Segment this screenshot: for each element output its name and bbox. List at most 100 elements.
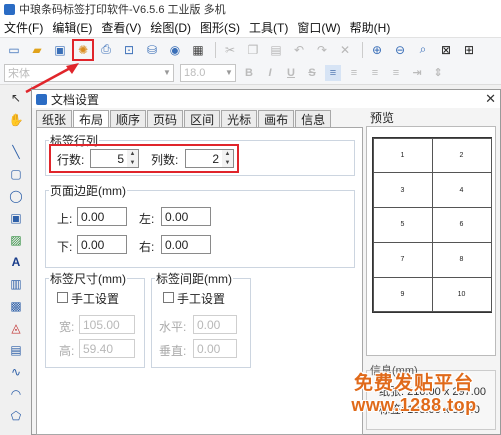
zoom-in-icon[interactable]: ⊕ [367, 40, 387, 60]
snap-icon[interactable]: ⊞ [459, 40, 479, 60]
label-size-title: 标签尺寸(mm) [49, 270, 127, 287]
new-icon[interactable]: ▭ [4, 40, 24, 60]
align-right-icon[interactable]: ≡ [367, 65, 383, 81]
label-spacing-title: 标签间距(mm) [155, 270, 233, 287]
data-source-icon[interactable]: ◉ [165, 40, 185, 60]
tab-info[interactable]: 信息 [295, 110, 332, 127]
database-icon[interactable]: ⛁ [142, 40, 162, 60]
hand-icon[interactable]: ✋ [8, 112, 24, 128]
qrcode-icon[interactable]: ▩ [8, 298, 24, 314]
italic-button[interactable]: I [262, 65, 278, 81]
cols-spinner[interactable]: ▲ ▼ [222, 149, 234, 168]
menu-draw[interactable]: 绘图(D) [150, 19, 191, 36]
tab-page-number[interactable]: 页码 [147, 110, 184, 127]
zoom-fit-icon[interactable]: ⌕ [413, 40, 433, 60]
font-size-select[interactable]: 18.0 ▼ [180, 63, 236, 82]
chevron-down-icon: ▼ [163, 68, 171, 77]
save-icon[interactable]: ▣ [50, 40, 70, 60]
tab-order[interactable]: 顺序 [110, 110, 147, 127]
preview-cell: 8 [431, 241, 492, 278]
dialog-title-bar: 文档设置 [32, 90, 500, 108]
tab-range[interactable]: 区间 [184, 110, 221, 127]
align-center-icon[interactable]: ≡ [346, 65, 362, 81]
document-settings-dialog: 文档设置 ✕ 纸张 布局 顺序 页码 区间 光标 画布 信息 标签行列 行数: … [31, 89, 501, 435]
font-family-select[interactable]: 宋体 ▼ [4, 63, 174, 82]
fit-page-icon[interactable]: ⊠ [436, 40, 456, 60]
margin-right-input[interactable]: 0.00 [161, 235, 211, 254]
dialog-tabs: 纸张 布局 顺序 页码 区间 光标 画布 信息 [36, 110, 332, 128]
tab-paper[interactable]: 纸张 [36, 110, 73, 127]
ellipse-icon[interactable]: ◯ [8, 188, 24, 204]
dialog-icon [36, 93, 47, 105]
underline-button[interactable]: U [283, 65, 299, 81]
info-title: 信息(mm) [370, 365, 418, 377]
zoom-out-icon[interactable]: ⊖ [390, 40, 410, 60]
line-spacing-icon[interactable]: ⇕ [430, 65, 446, 81]
menu-window[interactable]: 窗口(W) [297, 19, 340, 36]
text-spacing-icon[interactable]: ⇥ [409, 65, 425, 81]
margin-top-input[interactable]: 0.00 [77, 207, 127, 226]
table-icon[interactable]: ▤ [8, 342, 24, 358]
undo-icon[interactable]: ↶ [289, 40, 309, 60]
menu-edit[interactable]: 编辑(E) [52, 19, 92, 36]
curve-icon[interactable]: ∿ [8, 364, 24, 380]
align-justify-icon[interactable]: ≡ [388, 65, 404, 81]
print-preview-icon[interactable]: ⊡ [119, 40, 139, 60]
label-spacing-manual-checkbox[interactable] [163, 292, 174, 303]
delete-icon[interactable]: ✕ [335, 40, 355, 60]
spacing-horizontal-input[interactable]: 0.00 [193, 315, 237, 334]
menu-view[interactable]: 查看(V) [101, 19, 141, 36]
polygon-icon[interactable]: ⬠ [8, 408, 24, 424]
page-margins-group [45, 190, 355, 268]
menu-help[interactable]: 帮助(H) [350, 19, 391, 36]
label-height-label: 高: [59, 344, 75, 358]
open-icon[interactable]: ▰ [27, 40, 47, 60]
bold-button[interactable]: B [241, 65, 257, 81]
menu-shape[interactable]: 图形(S) [200, 19, 240, 36]
info-panel: 纸张: 210.00 x 297.00 标签: 105.00 x 59.40 [366, 370, 496, 430]
grid-icon[interactable]: ▦ [188, 40, 208, 60]
shape-icon[interactable]: ◬ [8, 320, 24, 336]
redo-icon[interactable]: ↷ [312, 40, 332, 60]
menu-tools[interactable]: 工具(T) [249, 19, 288, 36]
barcode-icon[interactable]: ▥ [8, 276, 24, 292]
cut-icon[interactable]: ✂ [220, 40, 240, 60]
preview-cell: 10 [431, 276, 492, 313]
close-icon[interactable]: ✕ [485, 91, 496, 107]
rectangle-icon[interactable]: ▢ [8, 166, 24, 182]
label-width-input[interactable]: 105.00 [79, 315, 135, 334]
line-icon[interactable]: ╲ [8, 144, 24, 160]
tab-layout[interactable]: 布局 [73, 110, 110, 128]
paste-icon[interactable]: ▤ [266, 40, 286, 60]
align-left-icon[interactable]: ≡ [325, 64, 341, 81]
toolbar-separator [362, 41, 363, 58]
label-size-manual-checkbox[interactable] [57, 292, 68, 303]
rows-spinner[interactable]: ▲ ▼ [127, 149, 139, 168]
toolbar-separator [215, 41, 216, 58]
preview-cell: 4 [431, 172, 492, 209]
rows-input[interactable]: 5 [90, 149, 128, 168]
margin-bottom-input[interactable]: 0.00 [77, 235, 127, 254]
label-height-input[interactable]: 59.40 [79, 339, 135, 358]
print-icon[interactable]: ⎙ [96, 40, 116, 60]
text-icon[interactable]: A [8, 254, 24, 270]
cols-input[interactable]: 2 [185, 149, 223, 168]
pointer-icon[interactable]: ↖ [8, 90, 24, 106]
document-settings-icon[interactable]: ✺ [72, 38, 94, 61]
arc-icon[interactable]: ◠ [8, 386, 24, 402]
chevron-down-icon: ▼ [225, 68, 233, 77]
image-tool-icon[interactable]: ▣ [8, 210, 24, 226]
spacing-vertical-label: 垂直: [159, 344, 187, 358]
info-label-size: 标签: 105.00 x 59.40 [379, 404, 480, 416]
copy-icon[interactable]: ❐ [243, 40, 263, 60]
menu-file[interactable]: 文件(F) [4, 19, 43, 36]
tab-canvas[interactable]: 画布 [258, 110, 295, 127]
strikethrough-button[interactable]: S [304, 65, 320, 81]
preview-title: 预览 [370, 111, 395, 125]
tab-cursor[interactable]: 光标 [221, 110, 258, 127]
picture-icon[interactable]: ▨ [8, 232, 24, 248]
cols-label: 列数: [151, 153, 179, 167]
margin-left-input[interactable]: 0.00 [161, 207, 211, 226]
spacing-vertical-input[interactable]: 0.00 [193, 339, 237, 358]
margin-left-label: 左: [139, 212, 155, 226]
